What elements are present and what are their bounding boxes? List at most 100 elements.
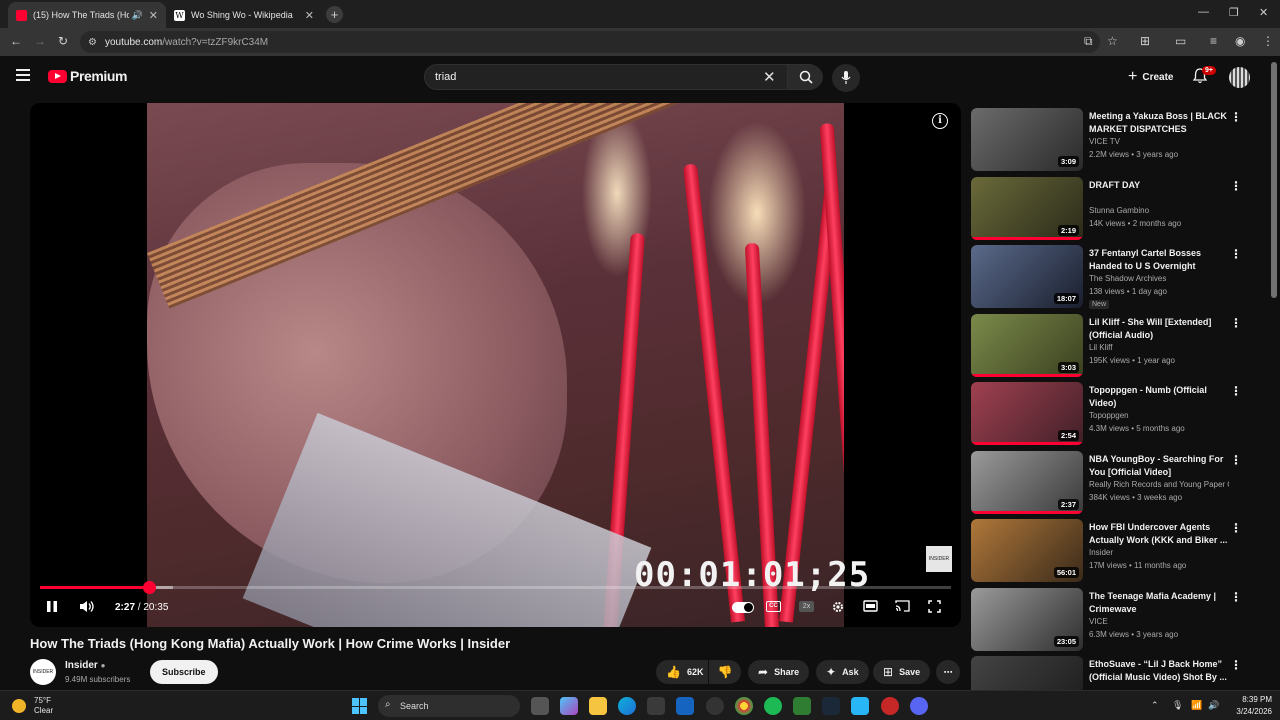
- restore-icon[interactable]: ❐: [1229, 6, 1239, 19]
- more-vertical-icon[interactable]: ⋮: [1230, 453, 1242, 467]
- reload-icon[interactable]: ↻: [58, 34, 68, 48]
- show-hidden-icons-icon[interactable]: ⌃: [1151, 700, 1159, 711]
- related-title[interactable]: How FBI Undercover Agents Actually Work …: [1089, 521, 1229, 547]
- voice-search-button[interactable]: [832, 64, 860, 92]
- wifi-icon[interactable]: 📶: [1191, 700, 1202, 711]
- outlook-icon[interactable]: [676, 697, 694, 715]
- youtube-logo[interactable]: Premium: [48, 68, 128, 84]
- more-vertical-icon[interactable]: ⋮: [1230, 384, 1242, 398]
- more-vertical-icon[interactable]: ⋮: [1230, 110, 1242, 124]
- related-channel[interactable]: Topoppgen: [1089, 411, 1229, 420]
- minimize-icon[interactable]: —: [1198, 6, 1209, 18]
- ask-button[interactable]: ✦ Ask: [816, 660, 869, 684]
- subtitles-button[interactable]: CC: [766, 601, 781, 612]
- extensions-icon[interactable]: ⊞: [1140, 34, 1150, 48]
- tab-youtube[interactable]: (15) How The Triads (Hong Kong Mafia) Ac…: [8, 2, 166, 28]
- related-channel[interactable]: Really Rich Records and Young Paper Ch..…: [1089, 480, 1229, 489]
- related-channel[interactable]: VICE: [1089, 617, 1229, 626]
- pause-icon[interactable]: [46, 600, 58, 613]
- settings-gear-icon[interactable]: [831, 600, 845, 614]
- microphone-tray-icon[interactable]: 🎙: [1172, 700, 1183, 711]
- photos-icon[interactable]: [851, 697, 869, 715]
- share-button[interactable]: ➦ Share: [748, 660, 810, 684]
- close-window-icon[interactable]: ✕: [1259, 6, 1268, 19]
- related-title[interactable]: DRAFT DAY: [1089, 179, 1229, 192]
- video-thumbnail[interactable]: 23:05: [971, 587, 1083, 651]
- url-field[interactable]: ⚙ youtube.com/watch?v=tzZF9krC34M: [80, 31, 1100, 53]
- fullscreen-icon[interactable]: [928, 600, 941, 613]
- steam-icon[interactable]: [822, 697, 840, 715]
- theater-mode-icon[interactable]: [863, 600, 878, 612]
- related-title[interactable]: EthoSuave - “Lil J Back Home” (Official …: [1089, 658, 1229, 684]
- related-channel[interactable]: VICE TV: [1089, 137, 1229, 146]
- related-channel[interactable]: Stunna Gambino: [1089, 206, 1229, 215]
- github-icon[interactable]: [706, 697, 724, 715]
- video-thumbnail[interactable]: 2:54: [971, 382, 1083, 445]
- more-vertical-icon[interactable]: ⋮: [1230, 658, 1242, 672]
- search-input[interactable]: [425, 71, 755, 83]
- channel-name[interactable]: Insider ●: [65, 660, 105, 671]
- search-button[interactable]: [787, 65, 823, 89]
- opera-icon[interactable]: [881, 697, 899, 715]
- weather-widget[interactable]: 75°F Clear: [12, 696, 53, 716]
- channel-avatar[interactable]: INSIDER: [30, 659, 56, 685]
- task-view-icon[interactable]: [531, 697, 549, 715]
- subscribe-button[interactable]: Subscribe: [150, 660, 218, 684]
- back-icon[interactable]: ←: [10, 34, 22, 48]
- avatar[interactable]: [1229, 67, 1250, 88]
- channel-watermark[interactable]: INSIDER: [926, 546, 952, 572]
- chrome-icon[interactable]: [735, 697, 753, 715]
- related-video-item[interactable]: 2:37 NBA YoungBoy - Searching For You [Of…: [971, 450, 1267, 515]
- close-tab-icon[interactable]: ✕: [149, 9, 158, 22]
- create-button[interactable]: + Create: [1118, 65, 1183, 89]
- reading-list-icon[interactable]: ≡: [1210, 34, 1217, 48]
- video-thumbnail[interactable]: 3:03: [971, 313, 1083, 377]
- progress-bar[interactable]: [40, 581, 951, 594]
- autoplay-toggle[interactable]: [732, 602, 754, 613]
- more-actions-button[interactable]: ⋯: [936, 660, 960, 684]
- excel-icon[interactable]: [793, 697, 811, 715]
- related-title[interactable]: Lil Kliff - She Will [Extended] (Officia…: [1089, 316, 1229, 342]
- related-video-item[interactable]: 3:03 Lil Kliff - She Will [Extended] (Off…: [971, 313, 1267, 378]
- speaker-icon[interactable]: 🔊: [132, 10, 143, 21]
- video-thumbnail[interactable]: 2:37: [971, 450, 1083, 514]
- site-settings-icon[interactable]: ⚙: [88, 37, 97, 48]
- related-channel[interactable]: Lil Kliff: [1089, 343, 1229, 352]
- related-video-item[interactable]: 2:19 DRAFT DAY Stunna Gambino 14K views • 2…: [971, 176, 1267, 241]
- install-app-icon[interactable]: ⧉: [1084, 34, 1093, 49]
- forward-icon[interactable]: →: [34, 34, 46, 48]
- volume-icon[interactable]: [79, 600, 95, 613]
- video-thumbnail[interactable]: 2:19: [971, 176, 1083, 240]
- profile-icon[interactable]: ◉: [1235, 34, 1245, 48]
- menu-icon[interactable]: [16, 69, 30, 81]
- more-vertical-icon[interactable]: ⋮: [1230, 247, 1242, 261]
- video-thumbnail[interactable]: 3:09: [971, 108, 1083, 171]
- video-thumbnail[interactable]: 56:01: [971, 519, 1083, 582]
- page-scrollbar[interactable]: [1271, 62, 1277, 298]
- related-video-item[interactable]: 3:09 Meeting a Yakuza Boss | BLACK MARKET…: [971, 108, 1267, 172]
- file-explorer-icon[interactable]: [589, 697, 607, 715]
- related-channel[interactable]: Insider: [1089, 548, 1229, 557]
- video-player[interactable]: 00:01:01;25 i INSIDER 2:27 / 20:35 CC 2x: [30, 103, 961, 627]
- tab-wikipedia[interactable]: W Wo Shing Wo - Wikipedia ✕: [166, 2, 322, 28]
- related-title[interactable]: NBA YoungBoy - Searching For You [Offici…: [1089, 453, 1229, 479]
- more-vertical-icon[interactable]: ⋮: [1230, 179, 1242, 193]
- clear-search-icon[interactable]: ✕: [763, 68, 776, 86]
- dislike-button[interactable]: 👎: [709, 660, 741, 684]
- related-video-item[interactable]: 56:01 How FBI Undercover Agents Actually …: [971, 519, 1267, 583]
- related-video-item[interactable]: 23:05 The Teenage Mafia Academy | Crimewa…: [971, 587, 1267, 652]
- copilot-icon[interactable]: [560, 697, 578, 715]
- bookmark-star-icon[interactable]: ☆: [1107, 34, 1118, 48]
- related-channel[interactable]: The Shadow Archives: [1089, 274, 1229, 283]
- spotify-icon[interactable]: [764, 697, 782, 715]
- like-button[interactable]: 👍 62K: [656, 660, 708, 684]
- save-button[interactable]: ⊞ Save: [873, 660, 931, 684]
- edge-icon[interactable]: [618, 697, 636, 715]
- more-vertical-icon[interactable]: ⋮: [1230, 316, 1242, 330]
- close-tab-icon[interactable]: ✕: [305, 9, 314, 22]
- more-vertical-icon[interactable]: ⋮: [1230, 590, 1242, 604]
- related-video-item[interactable]: 18:07 37 Fentanyl Cartel Bosses Handed to…: [971, 245, 1267, 309]
- related-title[interactable]: The Teenage Mafia Academy | Crimewave: [1089, 590, 1229, 616]
- video-thumbnail[interactable]: 18:07: [971, 245, 1083, 308]
- discord-icon[interactable]: [910, 697, 928, 715]
